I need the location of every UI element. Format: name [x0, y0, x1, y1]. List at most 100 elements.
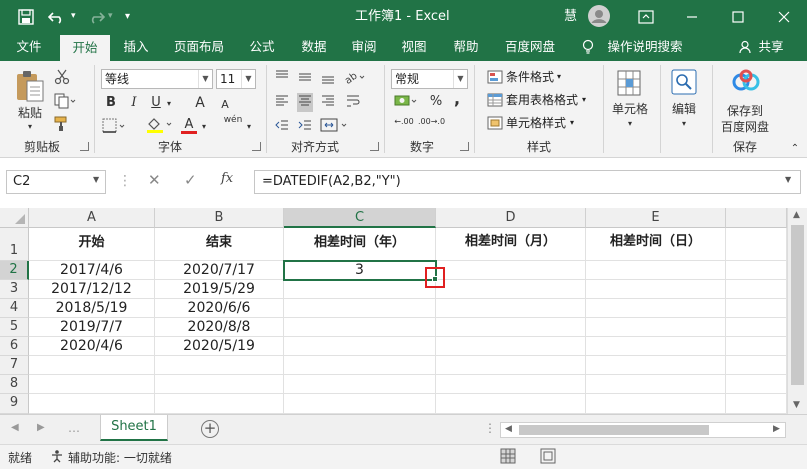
cell-b2[interactable]: 2020/7/17 — [155, 261, 284, 280]
cell[interactable] — [726, 356, 787, 375]
minimize-icon[interactable] — [686, 0, 698, 33]
font-size-select[interactable]: 11 ▼ — [216, 69, 256, 89]
paste-dropdown-icon[interactable]: ▾ — [24, 119, 36, 135]
cell-d6[interactable] — [436, 337, 586, 356]
merge-center-icon[interactable] — [320, 117, 350, 136]
cell[interactable] — [726, 337, 787, 356]
select-all-corner[interactable] — [0, 208, 29, 228]
cell[interactable] — [726, 318, 787, 337]
tab-review[interactable]: 审阅 — [344, 33, 384, 61]
phonetic-guide-button[interactable]: wén — [222, 115, 244, 125]
cell-a6[interactable]: 2020/4/6 — [29, 337, 155, 356]
format-as-table-button[interactable]: 套用表格格式 — [506, 92, 578, 108]
ribbon-display-icon[interactable] — [638, 0, 654, 33]
cell-b5[interactable]: 2020/8/8 — [155, 318, 284, 337]
horizontal-scroll-thumb[interactable] — [519, 425, 709, 435]
page-layout-view-icon[interactable] — [540, 448, 556, 467]
format-painter-icon[interactable] — [54, 116, 70, 135]
fill-color-icon[interactable] — [146, 116, 174, 137]
cell-d5[interactable] — [436, 318, 586, 337]
close-icon[interactable] — [778, 0, 790, 33]
formula-input[interactable]: =DATEDIF(A2,B2,"Y") ▼ — [254, 170, 801, 194]
split-handle-icon[interactable]: ⋮ — [484, 421, 496, 435]
bold-button[interactable]: B — [104, 95, 118, 111]
percent-style-button[interactable]: % — [428, 94, 444, 110]
font-launcher-icon[interactable] — [252, 142, 261, 151]
cell[interactable] — [284, 394, 436, 414]
enter-icon[interactable]: ✓ — [184, 171, 197, 189]
cell-c3[interactable] — [284, 280, 436, 299]
phonetic-dropdown-icon[interactable]: ▾ — [244, 119, 254, 135]
conditional-format-button[interactable]: 条件格式 — [506, 69, 554, 85]
accounting-format-icon[interactable] — [394, 93, 418, 112]
tell-me-search[interactable]: 操作说明搜索 — [604, 33, 686, 61]
cell-d4[interactable] — [436, 299, 586, 318]
cell[interactable] — [726, 299, 787, 318]
maximize-icon[interactable] — [732, 0, 744, 33]
tab-insert[interactable]: 插入 — [116, 33, 156, 61]
borders-icon[interactable] — [102, 118, 128, 137]
cell-d2[interactable] — [436, 261, 586, 280]
scroll-down-icon[interactable]: ▼ — [793, 400, 800, 410]
insert-function-button[interactable]: fx — [221, 171, 233, 186]
column-header-d[interactable]: D — [436, 208, 586, 228]
row-header-7[interactable]: 7 — [0, 356, 29, 375]
row-header-6[interactable]: 6 — [0, 337, 29, 356]
add-sheet-icon[interactable]: + — [201, 420, 219, 438]
cell-c5[interactable] — [284, 318, 436, 337]
wrap-text-icon[interactable] — [345, 93, 361, 112]
row-header-2[interactable]: 2 — [0, 261, 29, 280]
save-to-label-2[interactable]: 百度网盘 — [716, 119, 774, 135]
cut-icon[interactable] — [54, 69, 70, 88]
cell-e3[interactable] — [586, 280, 726, 299]
cells-dropdown-icon[interactable]: ▾ — [624, 116, 636, 132]
italic-button[interactable]: I — [127, 95, 141, 111]
decrease-decimal-button[interactable]: .00→.0 — [418, 117, 445, 126]
cell-a4[interactable]: 2018/5/19 — [29, 299, 155, 318]
save-icon[interactable] — [18, 0, 34, 33]
font-color-dropdown-icon[interactable]: ▾ — [199, 119, 209, 135]
row-header-9[interactable]: 9 — [0, 394, 29, 414]
cell-e5[interactable] — [586, 318, 726, 337]
cell-a5[interactable]: 2019/7/7 — [29, 318, 155, 337]
accessibility-icon[interactable] — [50, 449, 64, 466]
magnifier-icon[interactable] — [671, 69, 697, 98]
tab-help[interactable]: 帮助 — [446, 33, 486, 61]
cell-c4[interactable] — [284, 299, 436, 318]
cell-b3[interactable]: 2019/5/29 — [155, 280, 284, 299]
cell[interactable] — [436, 394, 586, 414]
comma-style-button[interactable]: , — [450, 91, 464, 107]
share-button[interactable]: 共享 — [756, 33, 786, 61]
cell[interactable] — [29, 375, 155, 394]
cell[interactable] — [726, 394, 787, 414]
increase-decimal-button[interactable]: ←.00 — [393, 117, 415, 126]
row-header-4[interactable]: 4 — [0, 299, 29, 318]
clipboard-launcher-icon[interactable] — [80, 142, 89, 151]
column-header-c[interactable]: C — [284, 208, 436, 228]
align-top-icon[interactable] — [274, 69, 290, 88]
baidu-cloud-icon[interactable] — [731, 67, 761, 100]
cell[interactable] — [586, 356, 726, 375]
number-format-select[interactable]: 常规 ▼ — [391, 69, 468, 89]
cell[interactable] — [155, 356, 284, 375]
vertical-scroll-thumb[interactable] — [791, 225, 804, 385]
paste-icon[interactable] — [14, 69, 46, 103]
cell-e6[interactable] — [586, 337, 726, 356]
header-cell[interactable]: 相差时间（年） — [284, 228, 436, 261]
sheet-tab-sheet1[interactable]: Sheet1 — [100, 415, 168, 441]
horizontal-scrollbar[interactable]: ◀ ▶ — [500, 422, 786, 438]
cell[interactable] — [29, 356, 155, 375]
row-header-1[interactable]: 1 — [0, 228, 29, 261]
avatar[interactable] — [588, 0, 610, 33]
column-header-a[interactable]: A — [29, 208, 155, 228]
editing-button[interactable]: 编辑 — [664, 101, 704, 117]
cells-icon[interactable] — [617, 69, 641, 100]
tab-data[interactable]: 数据 — [294, 33, 334, 61]
share-person-icon[interactable] — [738, 33, 754, 61]
cell-c6[interactable] — [284, 337, 436, 356]
cell-e4[interactable] — [586, 299, 726, 318]
underline-dropdown-icon[interactable]: ▾ — [164, 96, 174, 112]
tab-view[interactable]: 视图 — [394, 33, 434, 61]
tab-home[interactable]: 开始 — [60, 35, 110, 61]
cell[interactable] — [726, 375, 787, 394]
